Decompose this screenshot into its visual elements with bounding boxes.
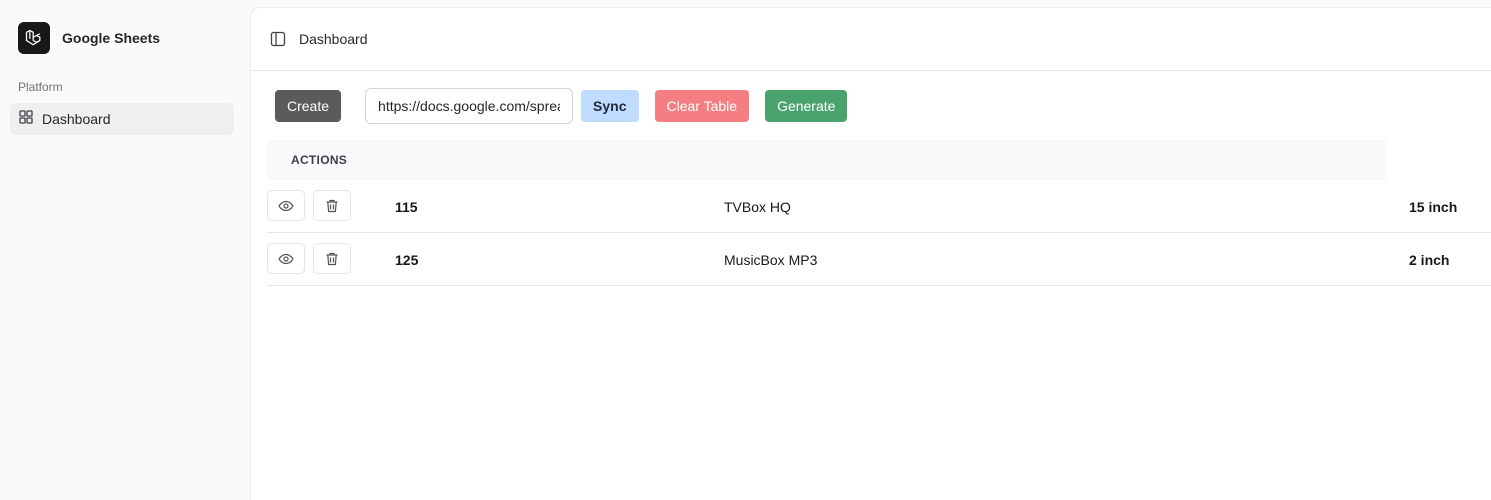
trash-icon[interactable]: [313, 243, 351, 274]
generate-button[interactable]: Generate: [765, 90, 848, 122]
eye-icon[interactable]: [267, 243, 305, 274]
sidebar: Google Sheets Platform Dashboard: [0, 0, 249, 500]
sheet-url-input[interactable]: [365, 88, 574, 124]
create-button[interactable]: Create: [275, 90, 342, 122]
nav-group-label: Platform: [18, 80, 63, 94]
table-header: ACTIONS: [267, 140, 1386, 180]
laravel-logo-icon: [18, 22, 50, 54]
row-size: 2 inch: [1409, 251, 1450, 268]
row-name: MusicBox MP3: [724, 251, 818, 268]
sync-button[interactable]: Sync: [581, 90, 639, 122]
sidebar-toggle-icon[interactable]: [269, 30, 287, 48]
eye-icon[interactable]: [267, 190, 305, 221]
row-id: 125: [395, 251, 419, 268]
toolbar: Create Sync Clear Table Generate: [275, 88, 848, 124]
brand-name: Google Sheets: [62, 30, 161, 46]
main-panel: Dashboard Create Sync Clear Table Genera…: [250, 7, 1491, 500]
trash-icon[interactable]: [313, 190, 351, 221]
sidebar-item-dashboard[interactable]: Dashboard: [10, 103, 234, 135]
actions-column-header: ACTIONS: [291, 153, 348, 167]
grid-icon: [19, 109, 33, 129]
topbar: Dashboard: [251, 8, 1491, 71]
clear-table-button[interactable]: Clear Table: [654, 90, 750, 122]
table-row: 115 TVBox HQ 15 inch: [267, 180, 1491, 233]
breadcrumb: Dashboard: [299, 31, 368, 47]
sidebar-item-label: Dashboard: [42, 111, 111, 127]
table-row: 125 MusicBox MP3 2 inch: [267, 233, 1491, 286]
row-size: 15 inch: [1409, 198, 1458, 215]
brand[interactable]: Google Sheets: [18, 22, 160, 54]
row-name: TVBox HQ: [724, 198, 791, 215]
row-id: 115: [395, 198, 418, 215]
